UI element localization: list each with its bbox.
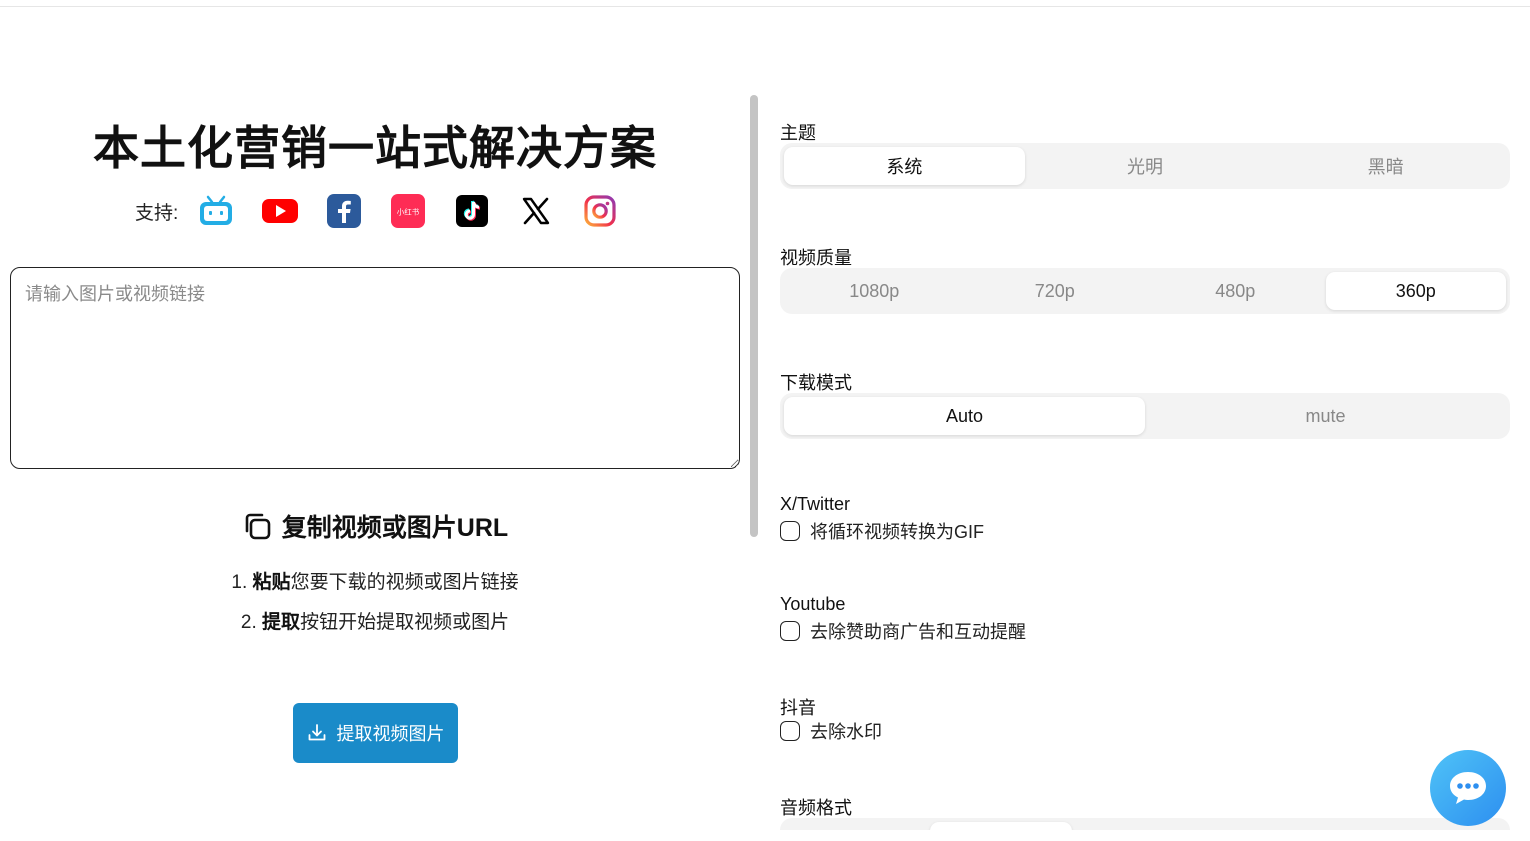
instructions-heading: 复制视频或图片URL xyxy=(0,508,750,544)
scrollbar[interactable] xyxy=(750,95,758,537)
youtube-sponsor-checkbox[interactable] xyxy=(780,621,800,641)
youtube-sponsor-label: 去除赞助商广告和互动提醒 xyxy=(810,622,1026,642)
step-2-number: 2. xyxy=(240,612,257,633)
twitter-gif-checkbox[interactable] xyxy=(780,521,800,541)
twitter-gif-option[interactable]: 将循环视频转换为GIF xyxy=(780,518,984,544)
url-input[interactable] xyxy=(10,267,740,469)
tiktok-icon[interactable] xyxy=(454,193,490,229)
douyin-watermark-label: 去除水印 xyxy=(810,722,882,742)
quality-switcher: 1080p 720p 480p 360p xyxy=(780,268,1510,314)
step-2-keyword: 提取 xyxy=(262,612,301,633)
xiaohongshu-logo-text: 小红书 xyxy=(397,207,420,217)
theme-option-system[interactable]: 系统 xyxy=(784,147,1025,185)
viewport-bottom-edge xyxy=(760,830,1530,841)
download-mode-option-mute[interactable]: mute xyxy=(1145,397,1506,435)
douyin-label: 抖音 xyxy=(780,698,816,718)
douyin-watermark-option[interactable]: 去除水印 xyxy=(780,718,882,744)
support-label: 支持: xyxy=(135,202,179,224)
step-1-text: 您要下载的视频或图片链接 xyxy=(290,572,519,593)
twitter-gif-label: 将循环视频转换为GIF xyxy=(810,522,984,542)
youtube-label: Youtube xyxy=(780,594,846,614)
douyin-watermark-checkbox[interactable] xyxy=(780,721,800,741)
theme-option-light[interactable]: 光明 xyxy=(1025,147,1266,185)
step-1-keyword: 粘贴 xyxy=(252,572,291,593)
facebook-icon[interactable] xyxy=(326,193,362,229)
x-icon[interactable] xyxy=(518,193,554,229)
instagram-icon[interactable] xyxy=(582,193,618,229)
extract-button-label: 提取视频图片 xyxy=(336,724,445,744)
instruction-step-1: 1. 粘贴您要下载的视频或图片链接 xyxy=(0,567,750,594)
theme-label: 主题 xyxy=(780,123,816,143)
download-mode-option-auto[interactable]: Auto xyxy=(784,397,1145,435)
quality-option-720p[interactable]: 720p xyxy=(965,272,1146,310)
supported-platforms: 支持: 小红书 xyxy=(135,192,646,230)
bilibili-icon[interactable] xyxy=(198,193,234,229)
left-panel: 本土化营销一站式解决方案 支持: 小红书 请输入图片或视频链接 复制视频或图片U… xyxy=(0,0,750,841)
chat-bubble-icon xyxy=(1450,772,1486,804)
twitter-label: X/Twitter xyxy=(780,494,851,514)
quality-option-480p[interactable]: 480p xyxy=(1145,272,1326,310)
download-mode-label: 下载模式 xyxy=(780,373,852,393)
copy-icon xyxy=(245,513,271,540)
quality-label: 视频质量 xyxy=(780,248,852,268)
quality-option-360p[interactable]: 360p xyxy=(1325,272,1506,310)
youtube-sponsor-option[interactable]: 去除赞助商广告和互动提醒 xyxy=(780,618,1026,644)
quality-option-1080p[interactable]: 1080p xyxy=(784,272,965,310)
audio-format-label: 音频格式 xyxy=(780,798,852,818)
instructions-heading-text: 复制视频或图片URL xyxy=(281,514,509,542)
youtube-icon[interactable] xyxy=(262,193,299,229)
step-1-number: 1. xyxy=(231,572,248,593)
instruction-step-2: 2. 提取按钮开始提取视频或图片 xyxy=(0,607,750,634)
xiaohongshu-icon[interactable]: 小红书 xyxy=(390,193,426,229)
chat-button[interactable] xyxy=(1430,750,1506,826)
step-2-text: 按钮开始提取视频或图片 xyxy=(300,612,510,633)
theme-option-dark[interactable]: 黑暗 xyxy=(1265,147,1506,185)
download-icon xyxy=(308,724,325,741)
page-title: 本土化营销一站式解决方案 xyxy=(93,122,657,174)
extract-button[interactable]: 提取视频图片 xyxy=(293,703,458,763)
download-mode-switcher: Auto mute xyxy=(780,393,1510,439)
theme-switcher: 系统 光明 黑暗 xyxy=(780,143,1510,189)
